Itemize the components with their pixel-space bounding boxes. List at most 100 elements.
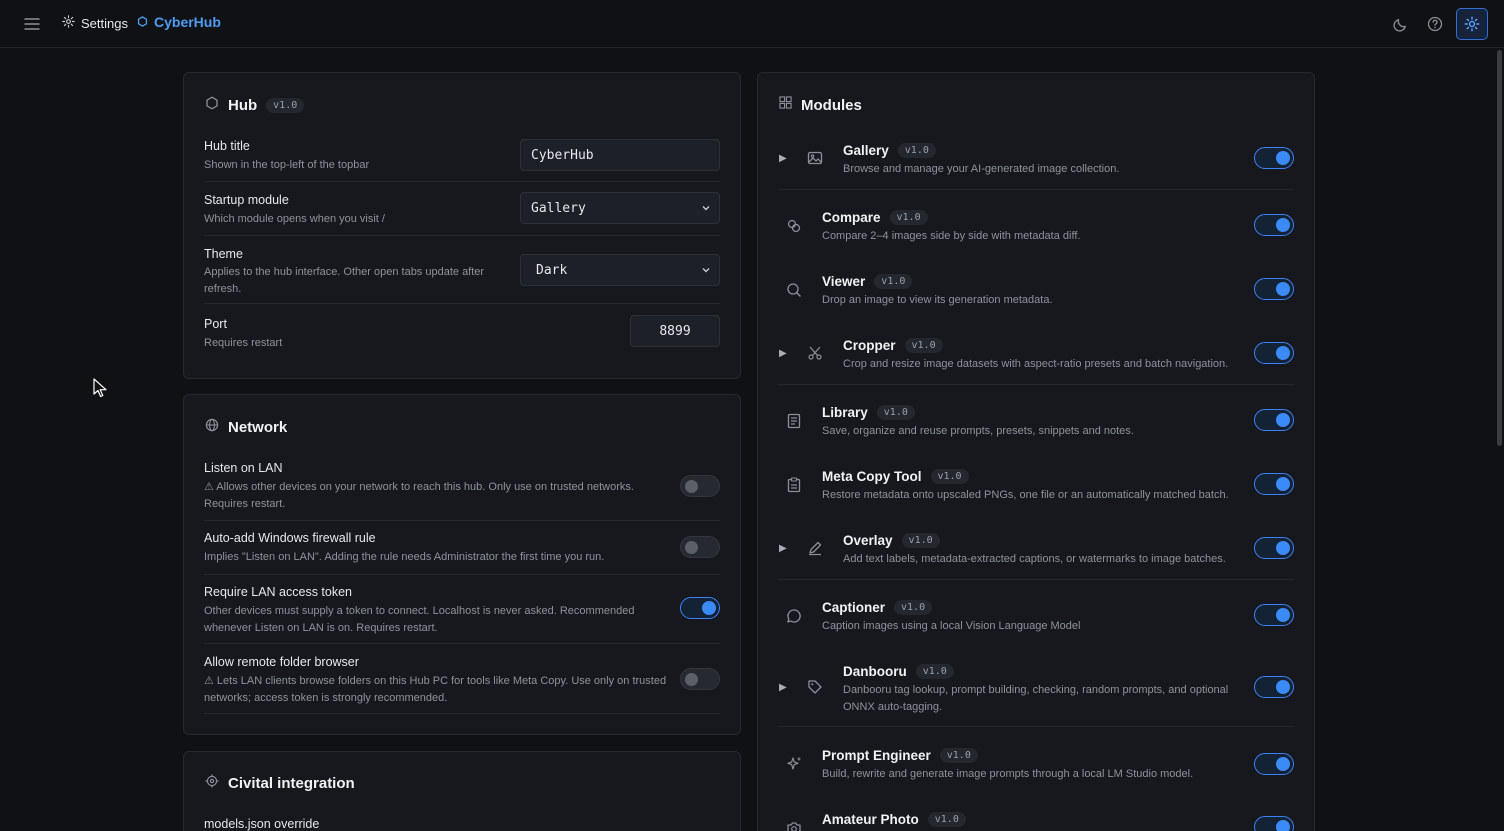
module-toggle-overlay[interactable] [1254, 537, 1294, 559]
image-icon [807, 150, 823, 171]
compare-icon [786, 218, 802, 239]
divider [778, 579, 1294, 580]
module-toggle-meta-copy-tool[interactable] [1254, 473, 1294, 495]
version-badge: v1.0 [874, 274, 913, 289]
module-toggle-gallery[interactable] [1254, 147, 1294, 169]
lan-token-desc: Other devices must supply a token to con… [204, 605, 635, 634]
module-name: Compare [822, 210, 881, 225]
module-toggle-captioner[interactable] [1254, 604, 1294, 626]
module-desc: Build, rewrite and generate image prompt… [822, 768, 1194, 780]
listen-lan-desc: ⚠ Allows other devices on your network t… [204, 481, 634, 510]
theme-select[interactable]: Dark [520, 254, 720, 286]
firewall-rule-desc: Implies "Listen on LAN". Adding the rule… [204, 551, 605, 563]
firewall-rule-toggle[interactable] [680, 536, 720, 558]
camera-icon [786, 820, 802, 831]
hub-card-header: Hub v1.0 [205, 96, 305, 115]
hub-title-desc: Shown in the top-left of the topbar [204, 159, 370, 171]
module-item-captioner: Captioner v1.0 Caption images using a lo… [758, 594, 1314, 646]
network-card: Network Listen on LAN ⚠ Allows other dev… [183, 394, 741, 735]
hub-title-input[interactable]: CyberHub [520, 139, 720, 171]
menu-icon[interactable] [20, 12, 44, 36]
expand-caret-icon[interactable]: ▶ [779, 543, 787, 554]
version-badge: v1.0 [904, 338, 943, 353]
chevron-down-icon [701, 264, 711, 279]
civitai-card: Civital integration models.json override [183, 751, 741, 831]
firewall-rule-row: Auto-add Windows firewall rule Implies "… [204, 530, 720, 575]
module-toggle-library[interactable] [1254, 409, 1294, 431]
startup-module-select[interactable]: Gallery [520, 192, 720, 224]
modules-card-header: Modules [779, 96, 862, 114]
hub-card: Hub v1.0 Hub title Shown in the top-left… [183, 72, 741, 379]
module-toggle-amateur-photo[interactable] [1254, 816, 1294, 831]
module-item-danbooru: ▶ Danbooru v1.0 Danbooru tag lookup, pro… [758, 658, 1314, 726]
divider [778, 384, 1294, 385]
page-scrollbar[interactable] [1497, 50, 1502, 446]
module-toggle-viewer[interactable] [1254, 278, 1294, 300]
module-item-amateur-photo: Amateur Photo v1.0 [758, 806, 1314, 831]
grid-icon [779, 96, 792, 114]
settings-breadcrumb[interactable]: Settings [62, 15, 128, 31]
divider [778, 189, 1294, 190]
module-desc: Drop an image to view its generation met… [822, 294, 1053, 306]
expand-caret-icon[interactable]: ▶ [779, 682, 787, 693]
hexagon-icon [137, 14, 148, 30]
module-name: Viewer [822, 274, 866, 289]
version-badge: v1.0 [930, 469, 969, 484]
mouse-cursor-icon [93, 378, 107, 403]
module-toggle-prompt-engineer[interactable] [1254, 753, 1294, 775]
lan-token-toggle[interactable] [680, 597, 720, 619]
firewall-rule-label: Auto-add Windows firewall rule [204, 531, 376, 545]
lan-token-label: Require LAN access token [204, 585, 352, 599]
pen-icon [807, 540, 823, 561]
modules-title: Modules [801, 96, 862, 114]
module-desc: Restore metadata onto upscaled PNGs, one… [822, 489, 1229, 501]
document-icon [786, 413, 802, 434]
module-name: Cropper [843, 338, 896, 353]
module-desc: Crop and resize image datasets with aspe… [843, 358, 1229, 370]
version-badge: v1.0 [927, 812, 966, 827]
module-item-overlay: ▶ Overlay v1.0 Add text labels, metadata… [758, 527, 1314, 579]
settings-icon[interactable] [1456, 8, 1488, 40]
module-toggle-danbooru[interactable] [1254, 676, 1294, 698]
version-badge: v1.0 [939, 748, 978, 763]
lan-token-row: Require LAN access token Other devices m… [204, 584, 720, 644]
expand-caret-icon[interactable]: ▶ [779, 153, 787, 164]
brand[interactable]: CyberHub [137, 14, 221, 30]
port-input[interactable]: 8899 [630, 315, 720, 347]
search-icon [786, 282, 802, 303]
listen-lan-toggle[interactable] [680, 475, 720, 497]
module-desc: Browse and manage your AI-generated imag… [843, 163, 1120, 175]
settings-label: Settings [81, 15, 128, 31]
clipboard-icon [786, 477, 802, 498]
module-item-cropper: ▶ Cropper v1.0 Crop and resize image dat… [758, 332, 1314, 384]
remote-folder-row: Allow remote folder browser ⚠ Lets LAN c… [204, 654, 720, 714]
scissors-icon [807, 345, 823, 366]
module-desc: Danbooru tag lookup, prompt building, ch… [843, 684, 1229, 713]
module-name: Meta Copy Tool [822, 469, 922, 484]
module-name: Prompt Engineer [822, 748, 931, 763]
module-desc: Save, organize and reuse prompts, preset… [822, 425, 1134, 437]
version-badge: v1.0 [897, 143, 936, 158]
module-desc: Add text labels, metadata-extracted capt… [843, 553, 1226, 565]
module-item-gallery: ▶ Gallery v1.0 Browse and manage your AI… [758, 137, 1314, 189]
module-name: Captioner [822, 600, 886, 615]
network-title: Network [228, 419, 288, 436]
module-item-compare: Compare v1.0 Compare 2–4 images side by … [758, 204, 1314, 256]
remote-folder-desc: ⚠ Lets LAN clients browse folders on thi… [204, 675, 667, 704]
remote-folder-toggle[interactable] [680, 668, 720, 690]
port-label: Port [204, 317, 227, 331]
module-name: Gallery [843, 143, 889, 158]
version-badge: v1.0 [901, 533, 940, 548]
module-item-prompt-engineer: Prompt Engineer v1.0 Build, rewrite and … [758, 742, 1314, 794]
tag-icon [807, 679, 823, 700]
civitai-title: Civital integration [228, 775, 355, 792]
module-toggle-cropper[interactable] [1254, 342, 1294, 364]
theme-label: Theme [204, 247, 243, 261]
port-row: Port Requires restart 8899 [204, 314, 720, 360]
brand-name: CyberHub [154, 14, 221, 30]
expand-caret-icon[interactable]: ▶ [779, 348, 787, 359]
moon-icon[interactable] [1390, 14, 1410, 34]
listen-lan-row: Listen on LAN ⚠ Allows other devices on … [204, 461, 720, 521]
module-toggle-compare[interactable] [1254, 214, 1294, 236]
help-icon[interactable] [1425, 14, 1445, 34]
